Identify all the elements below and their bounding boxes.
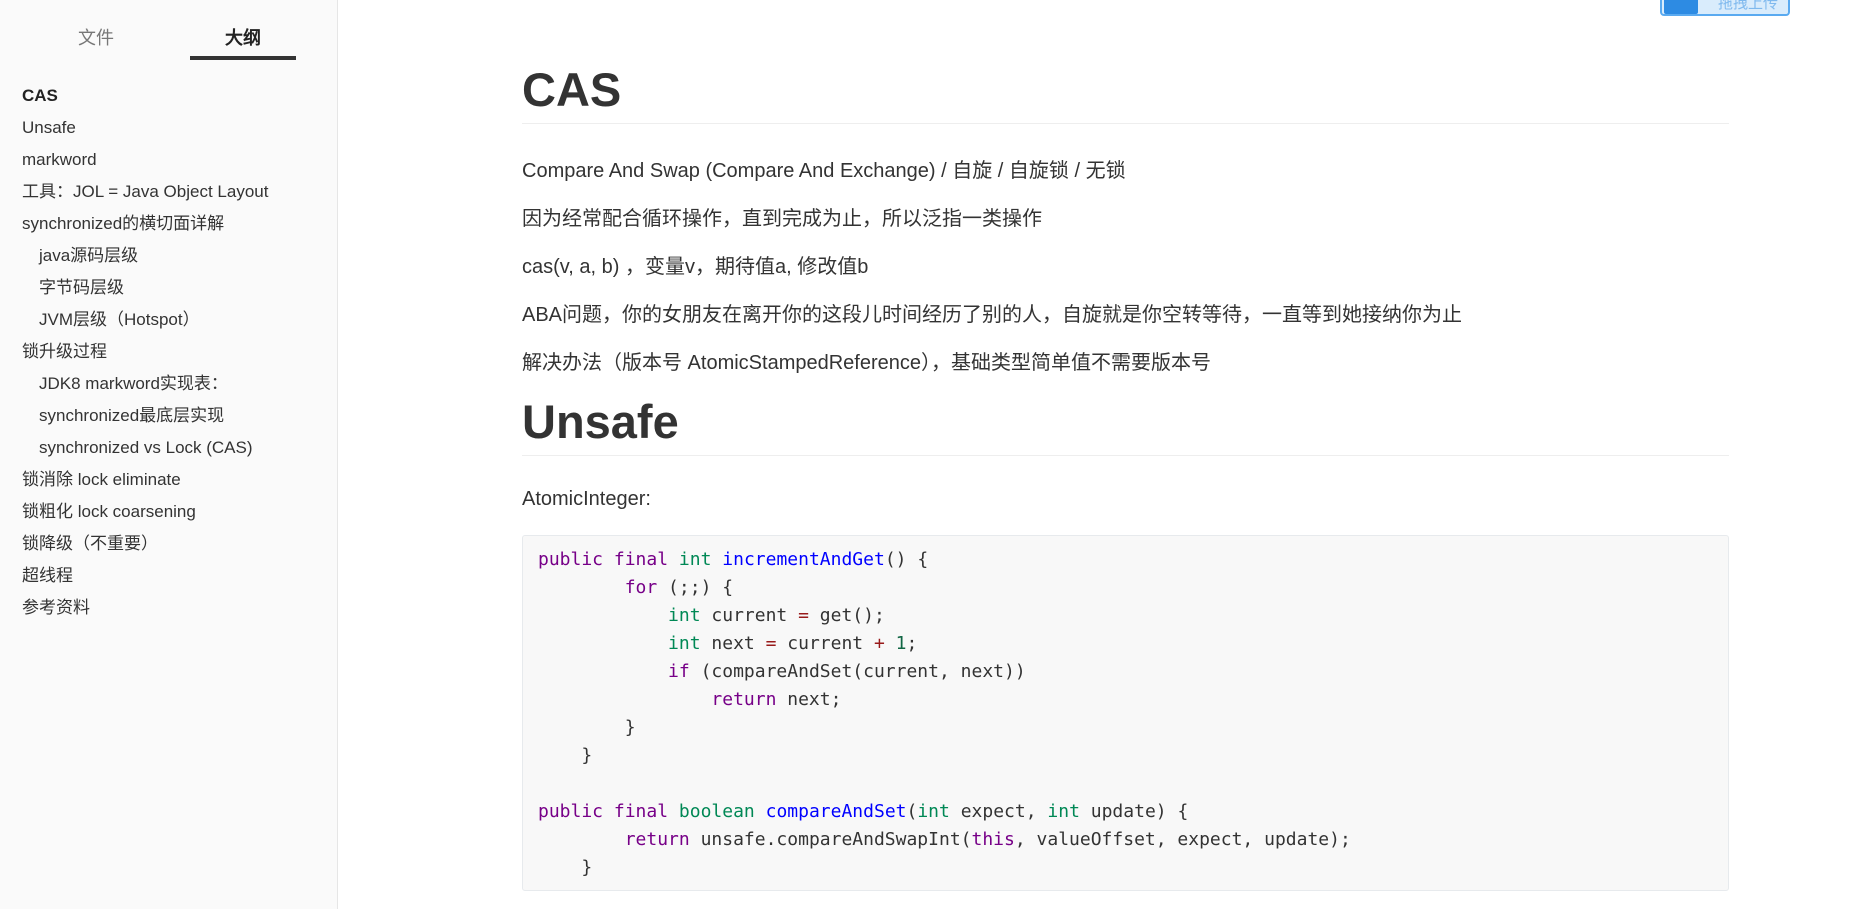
tab-files[interactable]: 文件 xyxy=(78,24,114,50)
tab-outline[interactable]: 大纲 xyxy=(225,24,261,50)
paragraph-cas-signature: cas(v, a, b) ，变量v，期待值a, 修改值b xyxy=(522,256,869,278)
sidebar-tabs: 文件 大纲 xyxy=(0,0,337,62)
outline-item-lock-coarsening[interactable]: 锁粗化 lock coarsening xyxy=(0,496,337,528)
outline-list: CAS Unsafe markword 工具：JOL = Java Object… xyxy=(0,80,337,624)
outline-item-jdk8-markword[interactable]: JDK8 markword实现表： xyxy=(0,368,337,400)
upload-button[interactable]: 拖拽上传 xyxy=(1660,0,1790,16)
paragraph-cas-loop: 因为经常配合循环操作，直到完成为止，所以泛指一类操作 xyxy=(522,208,1042,230)
heading-unsafe: Unsafe xyxy=(522,394,1729,456)
outline-item-hyperthreading[interactable]: 超线程 xyxy=(0,560,337,592)
outline-item-synchronized-impl[interactable]: synchronized最底层实现 xyxy=(0,400,337,432)
outline-item-jvm-level[interactable]: JVM层级（Hotspot） xyxy=(0,304,337,336)
paragraph-cas-definition: Compare And Swap (Compare And Exchange) … xyxy=(522,160,1126,182)
code-text: public final int incrementAndGet() { for… xyxy=(538,549,1351,878)
outline-item-markword[interactable]: markword xyxy=(0,144,337,176)
sidebar: 文件 大纲 CAS Unsafe markword 工具：JOL = Java … xyxy=(0,0,338,909)
outline-item-sync-vs-lock[interactable]: synchronized vs Lock (CAS) xyxy=(0,432,337,464)
outline-item-unsafe[interactable]: Unsafe xyxy=(0,112,337,144)
cloud-upload-icon xyxy=(1664,0,1698,14)
outline-item-references[interactable]: 参考资料 xyxy=(0,592,337,624)
outline-item-lock-eliminate[interactable]: 锁消除 lock eliminate xyxy=(0,464,337,496)
outline-item-jol[interactable]: 工具：JOL = Java Object Layout xyxy=(0,176,337,208)
code-block[interactable]: public final int incrementAndGet() { for… xyxy=(522,535,1729,891)
upload-button-label: 拖拽上传 xyxy=(1718,0,1779,12)
outline-item-lock-downgrade[interactable]: 锁降级（不重要） xyxy=(0,528,337,560)
active-tab-indicator xyxy=(190,56,296,60)
heading-cas: CAS xyxy=(522,62,1729,124)
paragraph-atomicinteger: AtomicInteger: xyxy=(522,488,651,510)
outline-item-lock-upgrade[interactable]: 锁升级过程 xyxy=(0,336,337,368)
paragraph-aba: ABA问题，你的女朋友在离开你的这段儿时间经历了别的人，自旋就是你空转等待，一直… xyxy=(522,304,1463,326)
paragraph-solution: 解决办法（版本号 AtomicStampedReference），基础类型简单值… xyxy=(522,352,1212,374)
outline-item-bytecode[interactable]: 字节码层级 xyxy=(0,272,337,304)
outline-item-java-source[interactable]: java源码层级 xyxy=(0,240,337,272)
outline-item-cas[interactable]: CAS xyxy=(0,80,337,112)
outline-item-synchronized-detail[interactable]: synchronized的横切面详解 xyxy=(0,208,337,240)
